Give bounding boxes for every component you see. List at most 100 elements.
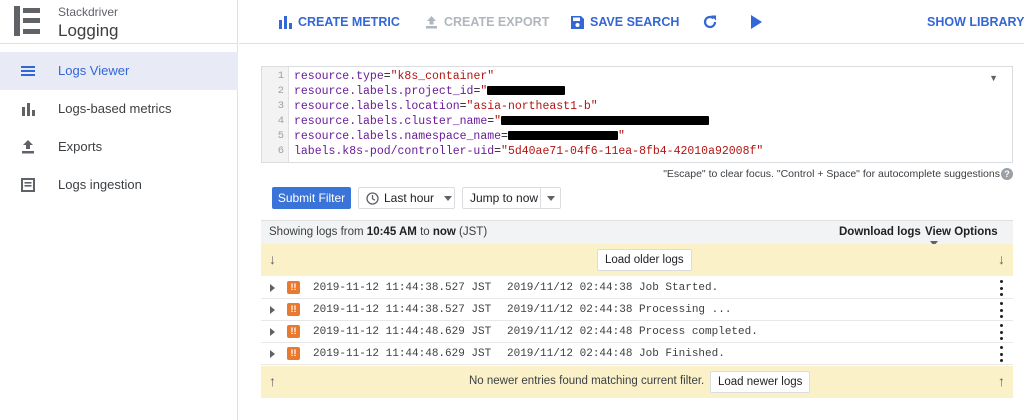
query-eq: = (383, 70, 391, 83)
chevron-down-icon (444, 195, 453, 201)
time-range-select[interactable]: Last hour (358, 187, 455, 209)
query-editor[interactable]: 1 resource.type="k8s_container" 2 resour… (261, 66, 1013, 163)
more-vert-icon[interactable] (999, 280, 1003, 296)
log-timestamp: 2019-11-12 11:44:48.629 JST (313, 348, 492, 360)
create-export-button[interactable]: CREATE EXPORT (425, 13, 549, 31)
clock-icon (366, 191, 379, 205)
log-message: 2019/11/12 02:44:38 Processing ... (507, 304, 732, 316)
query-eq: = (459, 100, 467, 113)
brand-title: Logging (58, 21, 119, 40)
ingestion-icon (21, 178, 35, 192)
line-number: 4 (277, 115, 284, 127)
sidebar-item-label: Logs ingestion (58, 177, 142, 192)
query-value: " (480, 85, 488, 98)
sidebar-item-logs-viewer[interactable]: Logs Viewer (0, 52, 238, 90)
split-divider (540, 188, 541, 208)
severity-icon: !! (287, 281, 300, 294)
severity-icon: !! (287, 325, 300, 338)
sidebar-item-exports[interactable]: Exports (0, 128, 238, 166)
export-icon (22, 140, 34, 154)
logging-logo-icon (14, 6, 40, 36)
submit-filter-button[interactable]: Submit Filter (272, 187, 351, 209)
sidebar-item-label: Logs Viewer (58, 63, 130, 78)
query-value: "k8s_container" (390, 70, 495, 83)
sidebar-item-logs-ingestion[interactable]: Logs ingestion (0, 166, 238, 204)
log-row[interactable]: !! 2019-11-12 11:44:48.629 JST 2019/11/1… (261, 321, 1013, 343)
query-eq: = (501, 130, 508, 143)
top-toolbar: CREATE METRIC CREATE EXPORT SAVE SEARCH … (239, 0, 1024, 44)
chevron-down-icon[interactable] (547, 196, 555, 201)
log-message: 2019/11/12 02:44:48 Process completed. (507, 326, 758, 338)
query-key: labels.k8s-pod/controller-uid (294, 145, 495, 158)
redacted-value (507, 131, 618, 141)
query-eq: = (494, 145, 502, 158)
more-vert-icon[interactable] (999, 324, 1003, 340)
create-metric-label: CREATE METRIC (298, 15, 400, 29)
expand-arrow-icon[interactable] (270, 284, 275, 292)
to-word: to (416, 226, 433, 238)
query-key: resource.type (294, 70, 384, 83)
refresh-icon[interactable] (701, 13, 719, 31)
severity-icon: !! (287, 347, 300, 360)
editor-hint: "Escape" to clear focus. "Control + Spac… (663, 168, 1000, 180)
expand-arrow-icon[interactable] (270, 350, 275, 358)
load-older-logs-button[interactable]: Load older logs (597, 249, 692, 271)
severity-icon: !! (287, 303, 300, 316)
jump-to-now-split-button[interactable]: Jump to now (462, 187, 561, 209)
log-timestamp: 2019-11-12 11:44:48.629 JST (313, 326, 492, 338)
show-library-label: SHOW LIBRARY (927, 15, 1024, 29)
create-metric-button[interactable]: CREATE METRIC (279, 13, 400, 31)
query-key: resource.labels.project_id (294, 85, 474, 98)
redacted-value (501, 116, 710, 126)
list-icon (21, 66, 35, 76)
showing-prefix: Showing logs from (269, 226, 367, 238)
time-range-value: Last hour (384, 191, 435, 205)
sidebar-item-logs-based-metrics[interactable]: Logs-based metrics (0, 90, 238, 128)
expand-arrow-icon[interactable] (270, 306, 275, 314)
arrow-down-icon[interactable]: ↓ (269, 251, 276, 267)
results-header: Showing logs from 10:45 AM to now (JST) … (261, 220, 1013, 247)
query-value: " (494, 115, 502, 128)
log-message: 2019/11/12 02:44:38 Job Started. (507, 282, 719, 294)
arrow-up-icon[interactable]: ↑ (269, 373, 276, 389)
redacted-value (487, 86, 566, 96)
line-number: 6 (277, 145, 284, 157)
no-newer-entries-text: No newer entries found matching current … (469, 375, 705, 387)
more-vert-icon[interactable] (999, 302, 1003, 318)
save-search-button[interactable]: SAVE SEARCH (571, 13, 679, 31)
load-newer-logs-button[interactable]: Load newer logs (710, 371, 811, 393)
editor-dropdown-caret-icon[interactable]: ▼ (989, 73, 998, 83)
show-library-button[interactable]: SHOW LIBRARY (927, 13, 1024, 31)
expand-arrow-icon[interactable] (270, 328, 275, 336)
log-row[interactable]: !! 2019-11-12 11:44:38.527 JST 2019/11/1… (261, 277, 1013, 299)
line-number: 5 (277, 130, 284, 142)
sidebar-item-label: Exports (58, 139, 103, 154)
log-timestamp: 2019-11-12 11:44:38.527 JST (313, 304, 492, 316)
to-time: now (432, 226, 456, 238)
save-search-label: SAVE SEARCH (590, 15, 680, 29)
showing-logs-text: Showing logs from 10:45 AM to now (JST) (269, 226, 487, 238)
help-icon[interactable]: ? (1001, 168, 1013, 180)
more-vert-icon[interactable] (999, 346, 1003, 362)
jump-to-now-label: Jump to now (470, 191, 539, 205)
query-value: "5d40ae71-04f6-11ea-8fb4-42010a92008f" (501, 145, 764, 158)
log-row[interactable]: !! 2019-11-12 11:44:48.629 JST 2019/11/1… (261, 343, 1013, 365)
save-icon (571, 15, 584, 29)
query-key: resource.labels.cluster_name (294, 115, 488, 128)
query-key: resource.labels.namespace_name (294, 130, 502, 143)
download-logs-button[interactable]: Download logs (839, 226, 921, 238)
log-timestamp: 2019-11-12 11:44:38.527 JST (313, 282, 492, 294)
play-icon[interactable] (749, 14, 763, 30)
bar-chart-icon (22, 103, 35, 116)
log-message: 2019/11/12 02:44:48 Job Finished. (507, 348, 725, 360)
log-row[interactable]: !! 2019-11-12 11:44:38.527 JST 2019/11/1… (261, 299, 1013, 321)
query-value: "asia-northeast1-b" (466, 100, 598, 113)
arrow-up-icon[interactable]: ↑ (998, 373, 1005, 389)
line-number: 1 (277, 70, 284, 82)
create-export-label: CREATE EXPORT (444, 15, 550, 29)
query-value: " (617, 130, 625, 143)
view-options-label: View Options (925, 226, 998, 238)
arrow-down-icon[interactable]: ↓ (998, 251, 1005, 267)
export-icon (426, 15, 437, 28)
sidebar-item-label: Logs-based metrics (58, 101, 172, 116)
